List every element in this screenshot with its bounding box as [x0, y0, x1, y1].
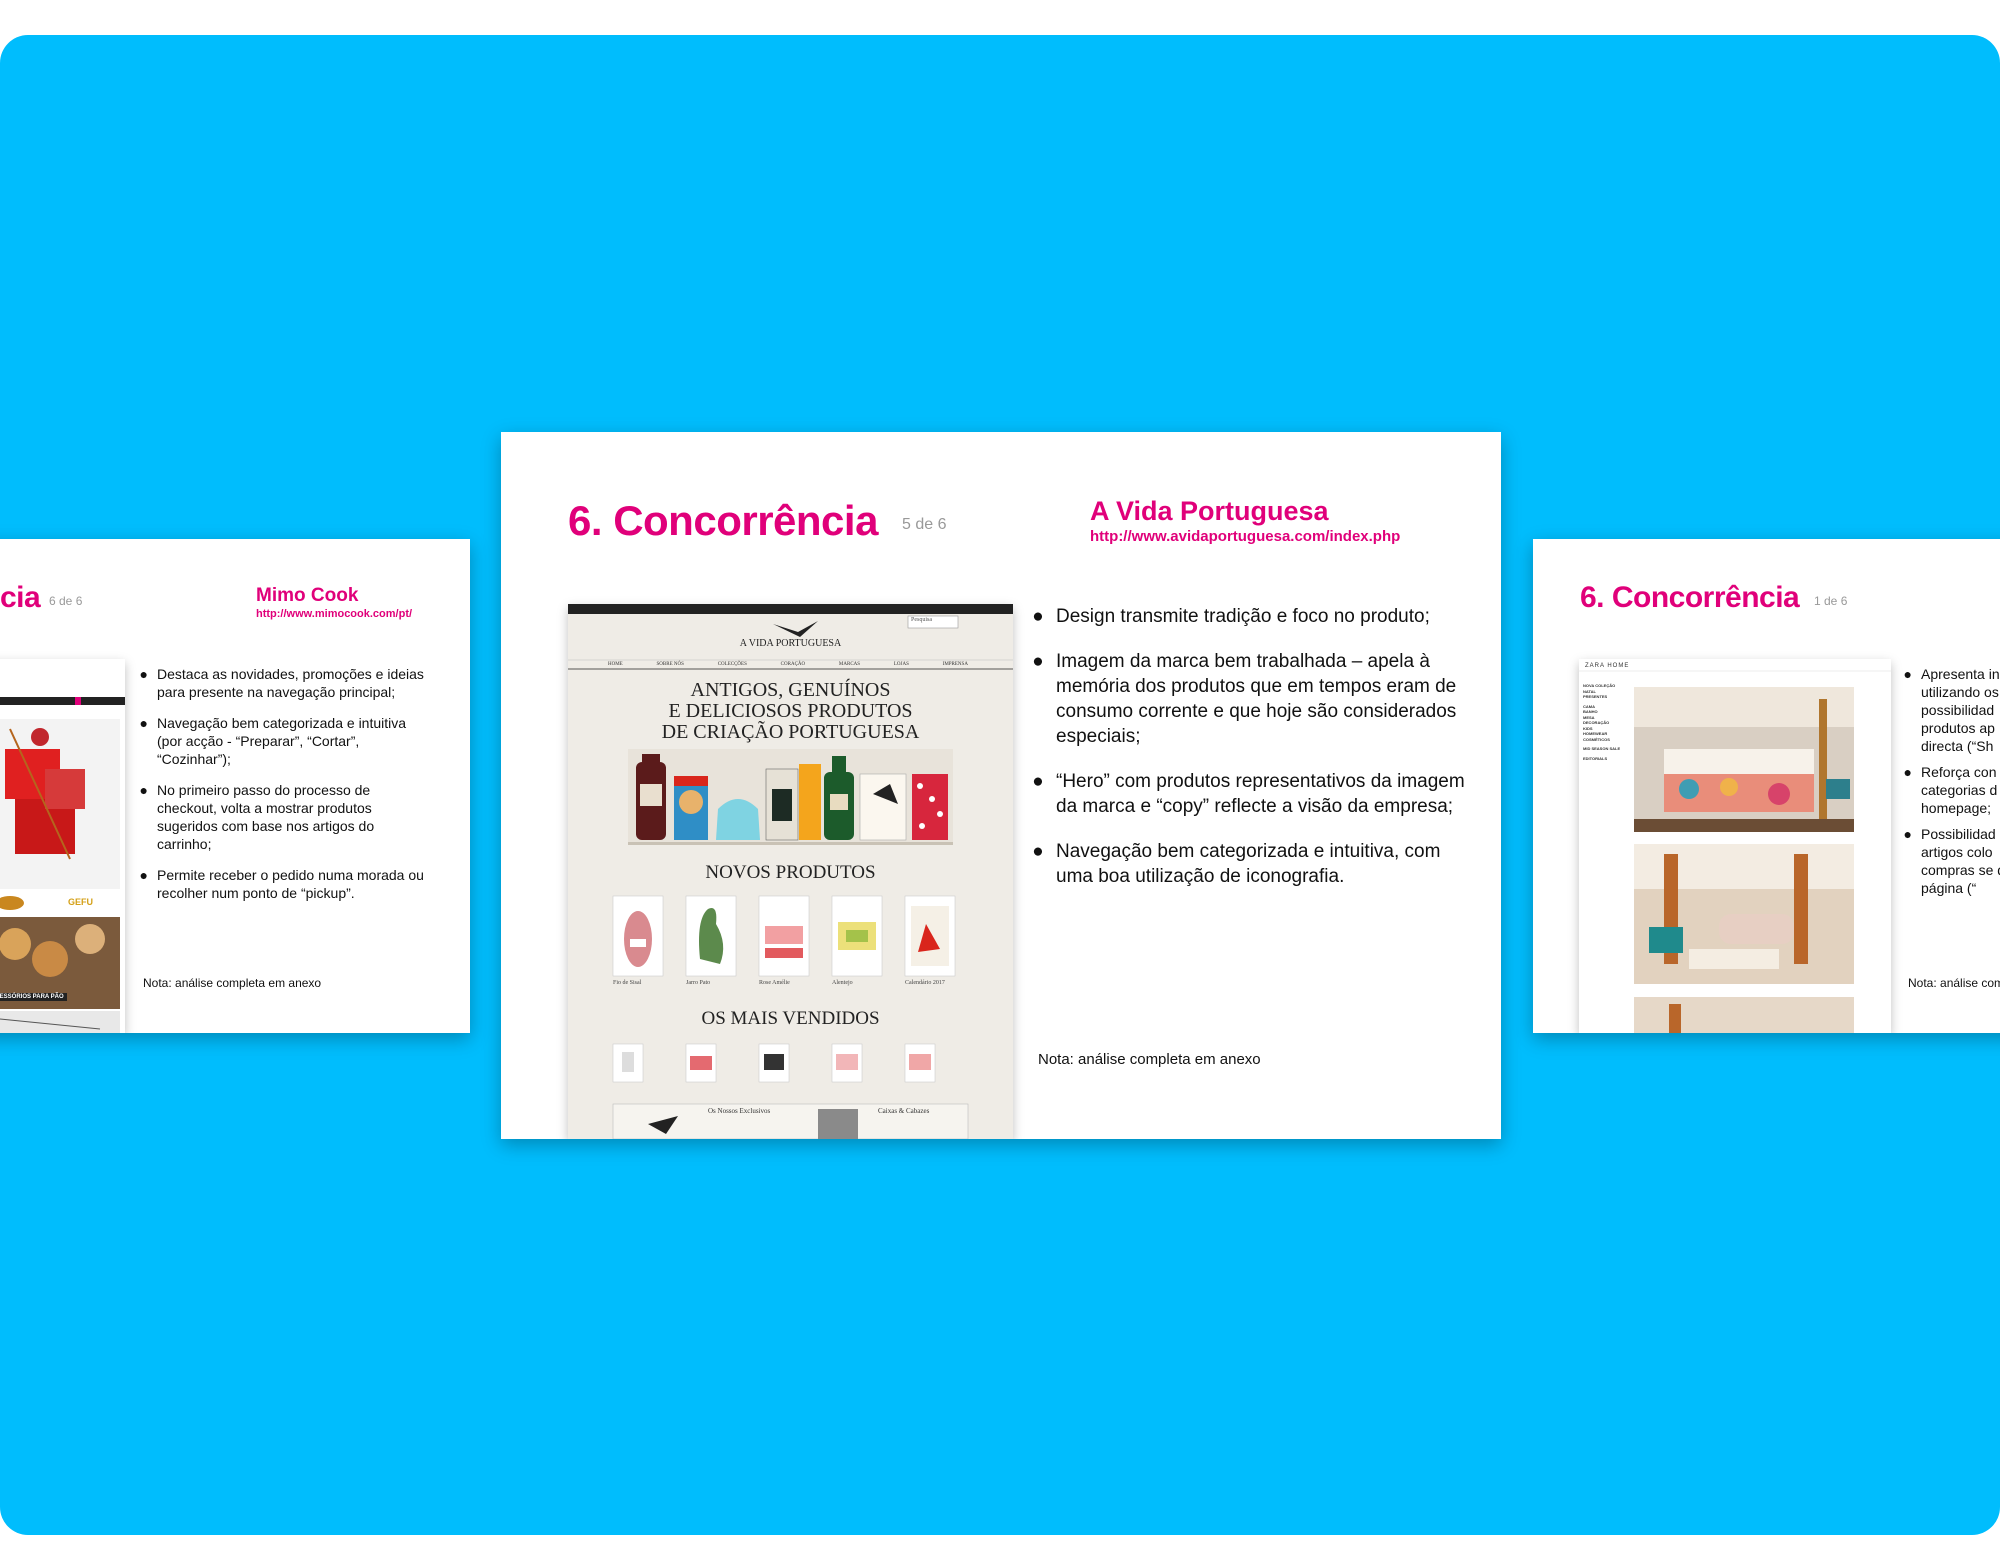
competitor-url[interactable]: http://www.avidaportuguesa.com/index.php	[1090, 528, 1400, 545]
slide-a-vida-portuguesa[interactable]: 6. Concorrência 5 de 6 A Vida Portuguesa…	[501, 432, 1501, 1139]
bullet-item: No primeiro passo do processo de checkou…	[140, 781, 429, 853]
site-nav-item[interactable]: IMPRENSA	[943, 662, 968, 667]
site-nav-item[interactable]: SOBRE NÓS	[657, 662, 684, 667]
site-search-input[interactable]: Pesquisa	[911, 617, 932, 623]
slide-zara-home[interactable]: 6. Concorrência 1 de 6 ZARA HOME NOVA CO…	[1533, 539, 2000, 1033]
product-caption[interactable]: Alentejo	[832, 980, 882, 986]
site-hero-copy: ANTIGOS, GENUÍNOS E DELICIOSOS PRODUTOS …	[568, 680, 1013, 743]
bullet-item: Imagem da marca bem trabalhada – apela à…	[1032, 649, 1466, 749]
footer-exclusivos[interactable]: Os Nossos Exclusivos	[708, 1107, 770, 1115]
footer-caixas[interactable]: Caixas & Cabazes	[878, 1107, 929, 1115]
bullet-item: Design transmite tradição e foco no prod…	[1032, 604, 1466, 629]
bullet-item: Possibilidad artigos colo compras se de …	[1904, 825, 2000, 897]
hero-line: DE CRIAÇÃO PORTUGUESA	[661, 721, 920, 743]
bullet-item: Reforça con categorias d homepage;	[1904, 763, 2000, 817]
site-nav-item[interactable]: MARCAS	[839, 662, 860, 667]
section-title-novos: NOVOS PRODUTOS	[705, 862, 876, 883]
site-menu-item[interactable]: PRESENTES	[1583, 694, 1633, 700]
slide-mimo-cook[interactable]: cia 6 de 6 Mimo Cook http://www.mimocook…	[0, 539, 470, 1033]
shot-brand-label: GEFU	[68, 897, 94, 907]
competitor-name: Mimo Cook	[256, 585, 359, 606]
site-menu-item[interactable]: MID SEASON SALE	[1583, 746, 1633, 752]
website-screenshot: A VIDA PORTUGUESA Pesquisa HOME SOBRE NÓ…	[568, 604, 1013, 1139]
bullet-item: Apresenta in utilizando os possibilidad …	[1904, 665, 2000, 755]
novos-captions: Fio de Sisal Jarro Pato Rose Amélie Alen…	[613, 980, 973, 986]
page-number: 1 de 6	[1814, 594, 1848, 608]
site-logo: ZARA HOME	[1585, 663, 1630, 669]
bullet-item: Destaca as novidades, promoções e ideias…	[140, 665, 429, 701]
site-nav-item[interactable]: LOJAS	[894, 662, 909, 667]
hero-line: E DELICIOSOS PRODUTOS	[668, 700, 913, 722]
bullet-item: “Hero” com produtos representativos da i…	[1032, 769, 1466, 819]
site-nav: HOME SOBRE NÓS COLECÇÕES CORAÇÃO MARCAS …	[608, 662, 968, 667]
site-nav-item[interactable]: COLECÇÕES	[718, 662, 747, 667]
footnote: Nota: análise com	[1908, 976, 2000, 990]
competitor-url[interactable]: http://www.mimocook.com/pt/	[256, 608, 412, 620]
footnote: Nota: análise completa em anexo	[1038, 1051, 1261, 1068]
competitor-name: A Vida Portuguesa	[1090, 496, 1329, 526]
page-number: 5 de 6	[902, 516, 947, 533]
slide-title: 6. Concorrência	[568, 497, 878, 544]
product-caption[interactable]: Calendário 2017	[905, 980, 955, 986]
bullet-item: Permite receber o pedido numa morada ou …	[140, 866, 429, 902]
site-menu-item[interactable]: COSMÉTICOS	[1583, 737, 1633, 743]
canvas-background: cia 6 de 6 Mimo Cook http://www.mimocook…	[0, 35, 2000, 1535]
product-caption[interactable]: Fio de Sisal	[613, 980, 663, 986]
website-screenshot: ZARA HOME NOVA COLEÇÃO NATAL PRESENTES C…	[1579, 659, 1891, 1033]
site-nav-item[interactable]: HOME	[608, 662, 623, 667]
bullet-item: Navegação bem categorizada e intuitiva, …	[1032, 839, 1466, 889]
product-caption[interactable]: Rose Amélie	[759, 980, 809, 986]
section-title-mais-vendidos: OS MAIS VENDIDOS	[701, 1008, 880, 1029]
hero-line: ANTIGOS, GENUÍNOS	[690, 679, 891, 701]
slide-title: cia	[0, 581, 41, 614]
site-menu: NOVA COLEÇÃO NATAL PRESENTES CAMA BANHO …	[1583, 683, 1633, 761]
footnote: Nota: análise completa em anexo	[143, 976, 322, 990]
product-caption[interactable]: Jarro Pato	[686, 980, 736, 986]
website-screenshot: GEFU ACESSÓRIOS PARA PÃO	[0, 659, 125, 1033]
shot-banner: ACESSÓRIOS PARA PÃO	[0, 993, 67, 1001]
site-menu-item[interactable]: EDITORIALS	[1583, 756, 1633, 762]
site-nav-item[interactable]: CORAÇÃO	[781, 662, 805, 667]
site-logo: A VIDA PORTUGUESA	[739, 638, 842, 649]
bullet-list: Destaca as novidades, promoções e ideias…	[140, 665, 429, 902]
mimocook-screenshot-art	[0, 697, 125, 1033]
bullet-list: Design transmite tradição e foco no prod…	[1032, 604, 1466, 889]
slide-title: 6. Concorrência	[1580, 581, 1800, 614]
bullet-list: Apresenta in utilizando os possibilidad …	[1904, 665, 2000, 897]
page-number: 6 de 6	[49, 594, 83, 608]
bullet-item: Navegação bem categorizada e intuitiva (…	[140, 714, 429, 768]
